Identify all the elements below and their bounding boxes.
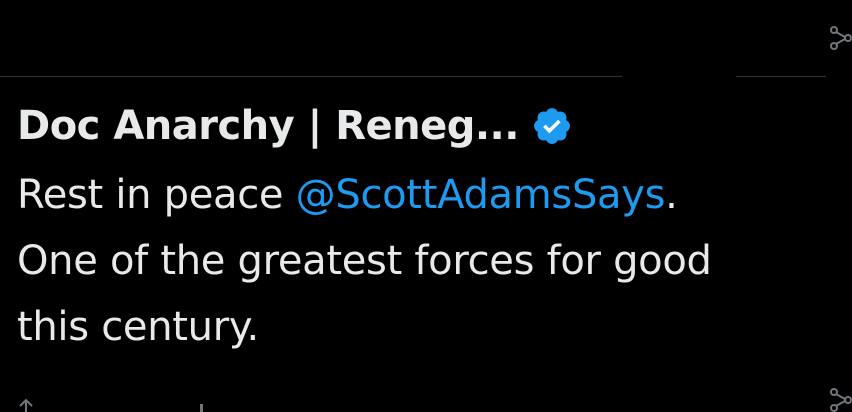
action-bar-fragment <box>200 404 203 412</box>
tweet-header: Doc Anarchy | Reneg... <box>17 100 847 152</box>
divider-line <box>736 76 826 77</box>
share-node-icon[interactable] <box>826 24 852 50</box>
tweet-line-1: Rest in peace @ScottAdamsSays. <box>17 162 847 228</box>
tweet-line-3: this century. <box>17 304 259 350</box>
divider-line <box>0 76 622 77</box>
tweet-screenshot: Doc Anarchy | Reneg... Rest in peace @Sc… <box>0 0 852 412</box>
tweet-text-part2: . <box>665 172 678 218</box>
share-node-icon[interactable] <box>826 386 852 412</box>
tweet[interactable]: Doc Anarchy | Reneg... Rest in peace @Sc… <box>17 100 847 360</box>
retweet-icon[interactable] <box>18 396 44 412</box>
tweet-text: Rest in peace @ScottAdamsSays. One of th… <box>17 162 847 360</box>
verified-badge-icon <box>534 108 570 144</box>
mention-link[interactable]: @ScottAdamsSays <box>296 172 666 218</box>
tweet-text-part1: Rest in peace <box>17 172 296 218</box>
author-display-name[interactable]: Doc Anarchy | Reneg... <box>17 103 519 149</box>
tweet-line-2: One of the greatest forces for good <box>17 238 712 284</box>
